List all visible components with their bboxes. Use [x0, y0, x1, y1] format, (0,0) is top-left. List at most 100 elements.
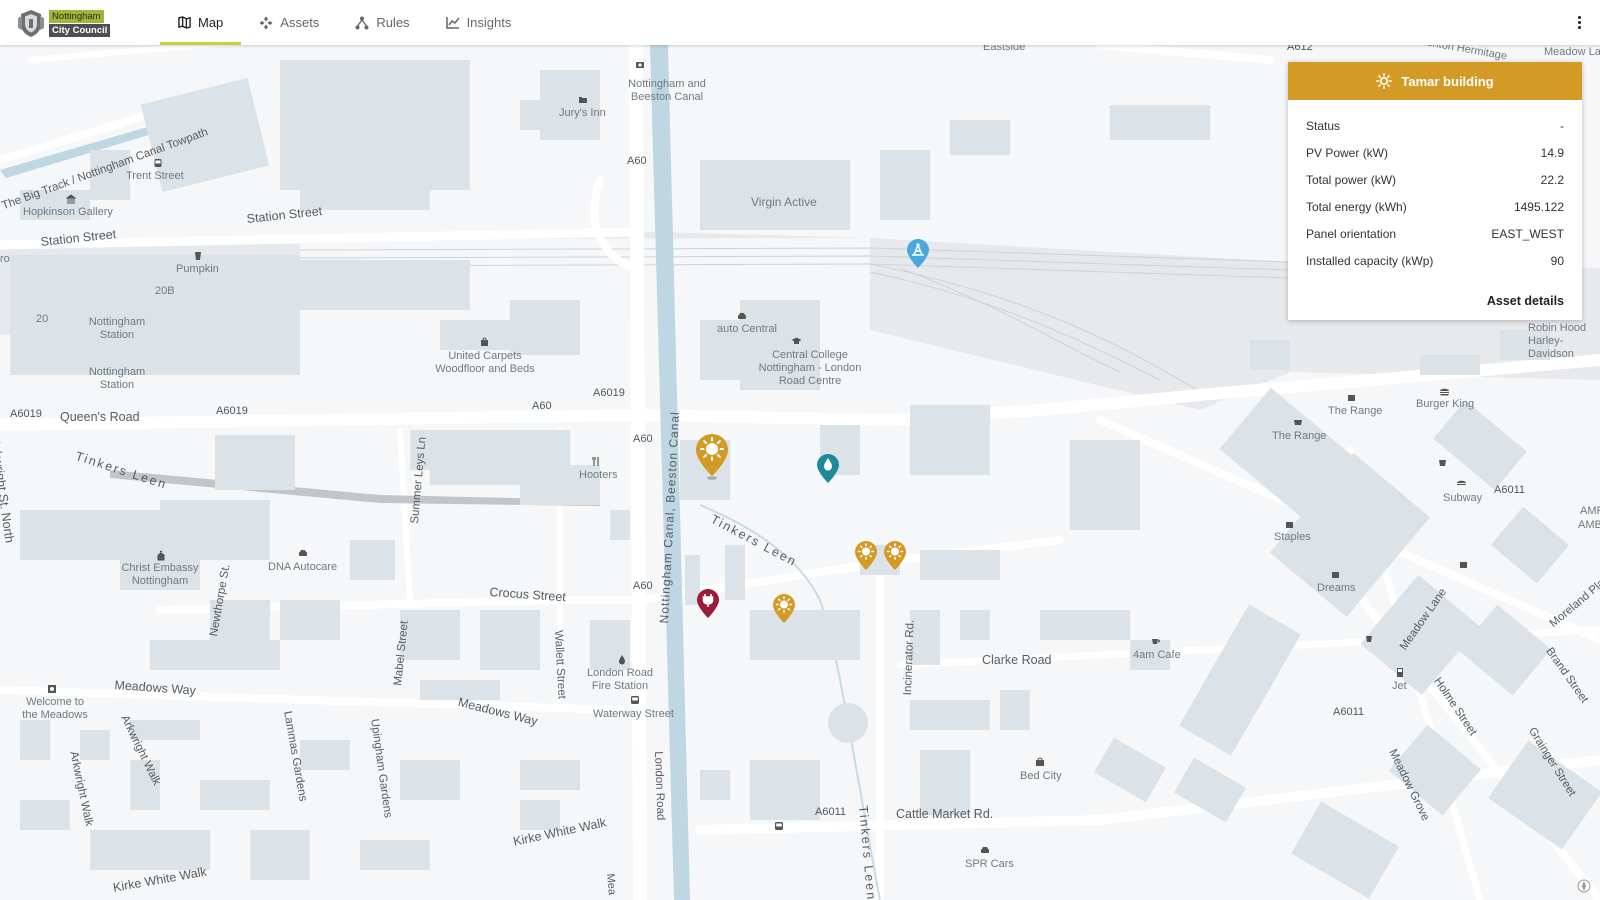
map-label-20b: 20B	[155, 285, 175, 297]
map-label-burger-king: Burger King	[1416, 398, 1475, 410]
map-label-nottingham-station-1: Nottingham Station	[88, 316, 146, 341]
panel-row-total-power: Total power (kW) 22.2	[1306, 166, 1564, 193]
tram-poi-icon	[154, 159, 162, 167]
rules-icon	[355, 16, 369, 29]
map-label-20: 20	[36, 313, 49, 325]
fastfood-poi-icon	[1440, 388, 1449, 396]
shop-3-poi-icon	[1460, 562, 1467, 568]
map-label-nottingham-station-2: Nottingham Station	[88, 366, 146, 391]
map-label-incinerator-rd: Incinerator Rd.	[901, 619, 917, 696]
row-value: EAST_WEST	[1491, 226, 1564, 241]
car-dealer-poi-icon	[981, 847, 989, 853]
gallery-poi-icon	[66, 194, 76, 204]
shop-range-2-poi-icon	[1294, 420, 1302, 425]
solar-marker-selected[interactable]	[694, 432, 730, 480]
dreams-poi-icon	[1332, 572, 1339, 578]
map-label-a6011-east: A6011	[1494, 484, 1525, 496]
map-label-ro: ro	[0, 253, 10, 265]
row-value: 14.9	[1540, 145, 1564, 160]
map-label-subway: Subway	[1443, 492, 1483, 504]
main-nav: Map Assets Rules Insights	[160, 0, 529, 45]
ev-charger-marker[interactable]	[696, 588, 720, 620]
more-menu-icon[interactable]	[1574, 12, 1584, 32]
church-poi-icon	[157, 550, 165, 561]
map-label-christ-embassy: Christ Embassy Nottingham	[121, 562, 199, 587]
nav-insights[interactable]: Insights	[428, 0, 530, 45]
fastfood-2-poi-icon	[1439, 460, 1446, 466]
hotel-poi-icon	[579, 97, 587, 103]
row-label: Total power (kW)	[1306, 172, 1397, 187]
map-label-a60-north: A60	[627, 155, 647, 167]
map-label-bed-city: Bed City	[1020, 770, 1062, 782]
canal-poi-icon	[636, 62, 644, 68]
panel-title: Tamar building	[1401, 73, 1494, 89]
garage-poi-icon	[299, 550, 307, 556]
map-label-waterway-street: Waterway Street	[593, 708, 674, 720]
nav-map-label: Map	[198, 15, 224, 30]
nav-assets[interactable]: Assets	[241, 0, 337, 45]
map-label-the-range-2: The Range	[1272, 430, 1327, 442]
asset-details-link[interactable]: Asset details	[1487, 294, 1564, 308]
sun-icon	[1376, 73, 1393, 89]
map-label-a612: A612	[1287, 45, 1313, 53]
subway-poi-icon	[1457, 480, 1466, 485]
row-label: Installed capacity (kWp)	[1306, 253, 1434, 268]
crest-icon	[18, 10, 44, 37]
asset-info-panel: Tamar building Status - PV Power (kW) 14…	[1288, 62, 1582, 320]
nav-rules-label: Rules	[376, 15, 410, 30]
map-label-a6011-south: A6011	[815, 806, 846, 818]
nav-insights-label: Insights	[466, 15, 512, 30]
row-label: PV Power (kW)	[1306, 145, 1389, 160]
panel-row-capacity: Installed capacity (kWp) 90	[1306, 247, 1564, 274]
map-icon	[178, 16, 191, 29]
map-label-a6019-mid: A6019	[216, 405, 248, 417]
nav-map[interactable]: Map	[160, 0, 242, 45]
map-label-a60-canal: A60	[633, 433, 653, 445]
nav-rules[interactable]: Rules	[337, 0, 427, 45]
logo-line-2: City Council	[49, 24, 111, 37]
row-label: Status	[1306, 118, 1341, 133]
insights-icon	[445, 17, 460, 29]
bus-stop-poi-icon	[775, 822, 783, 830]
panel-header: Tamar building	[1288, 62, 1582, 100]
map-label-meadow-lane-top: Meadow La	[1544, 46, 1600, 58]
nav-assets-label: Assets	[280, 15, 320, 30]
fire-station-poi-icon	[619, 655, 625, 665]
cafe-poi-icon	[1152, 639, 1160, 644]
map-label-jet: Jet	[1392, 680, 1407, 692]
map-label-a6011-southeast: A6011	[1333, 706, 1364, 718]
assets-icon	[259, 16, 273, 29]
council-logo[interactable]: Nottingham City Council	[16, 8, 111, 38]
map-label-a6019-east: A6019	[593, 387, 625, 399]
pub-poi-icon	[195, 252, 201, 260]
fuel-poi-icon	[1397, 668, 1403, 677]
map-label-queens-road: Queen's Road	[60, 410, 140, 424]
furniture-poi-icon	[1036, 757, 1044, 766]
info-poi-icon	[48, 685, 56, 693]
panel-row-pv-power: PV Power (kW) 14.9	[1306, 139, 1564, 166]
solar-marker[interactable]	[883, 540, 907, 572]
row-value: 90	[1550, 253, 1564, 268]
college-poi-icon	[791, 337, 802, 344]
map-label-london-road-fire: London Road Fire Station	[586, 667, 654, 692]
map-label-a60-mid: A60	[532, 400, 552, 412]
map-label-dna-autocare: DNA Autocare	[268, 561, 338, 573]
shop-poi-icon	[481, 337, 488, 346]
sensor-marker[interactable]	[906, 238, 930, 270]
map-label-trent-street: Trent Street	[126, 170, 184, 182]
map-label-amf: AMF	[1580, 505, 1600, 517]
map-label-hooters: Hooters	[579, 469, 618, 481]
panel-row-total-energy: Total energy (kWh) 1495.122	[1306, 193, 1564, 220]
map-label-united-carpets: United Carpets Woodfloor and Beds	[435, 350, 535, 375]
water-marker[interactable]	[816, 453, 840, 485]
map-label-4am-cafe: 4am Cafe	[1133, 649, 1181, 661]
panel-row-status: Status -	[1306, 112, 1564, 139]
shop-range-poi-icon	[1348, 395, 1355, 401]
solar-marker[interactable]	[772, 593, 796, 625]
bus-poi-icon	[631, 696, 639, 704]
panel-row-orientation: Panel orientation EAST_WEST	[1306, 220, 1564, 247]
car-poi-icon	[738, 313, 746, 319]
compass-icon[interactable]	[1577, 879, 1591, 893]
solar-marker[interactable]	[854, 540, 878, 572]
row-value: 22.2	[1540, 172, 1564, 187]
